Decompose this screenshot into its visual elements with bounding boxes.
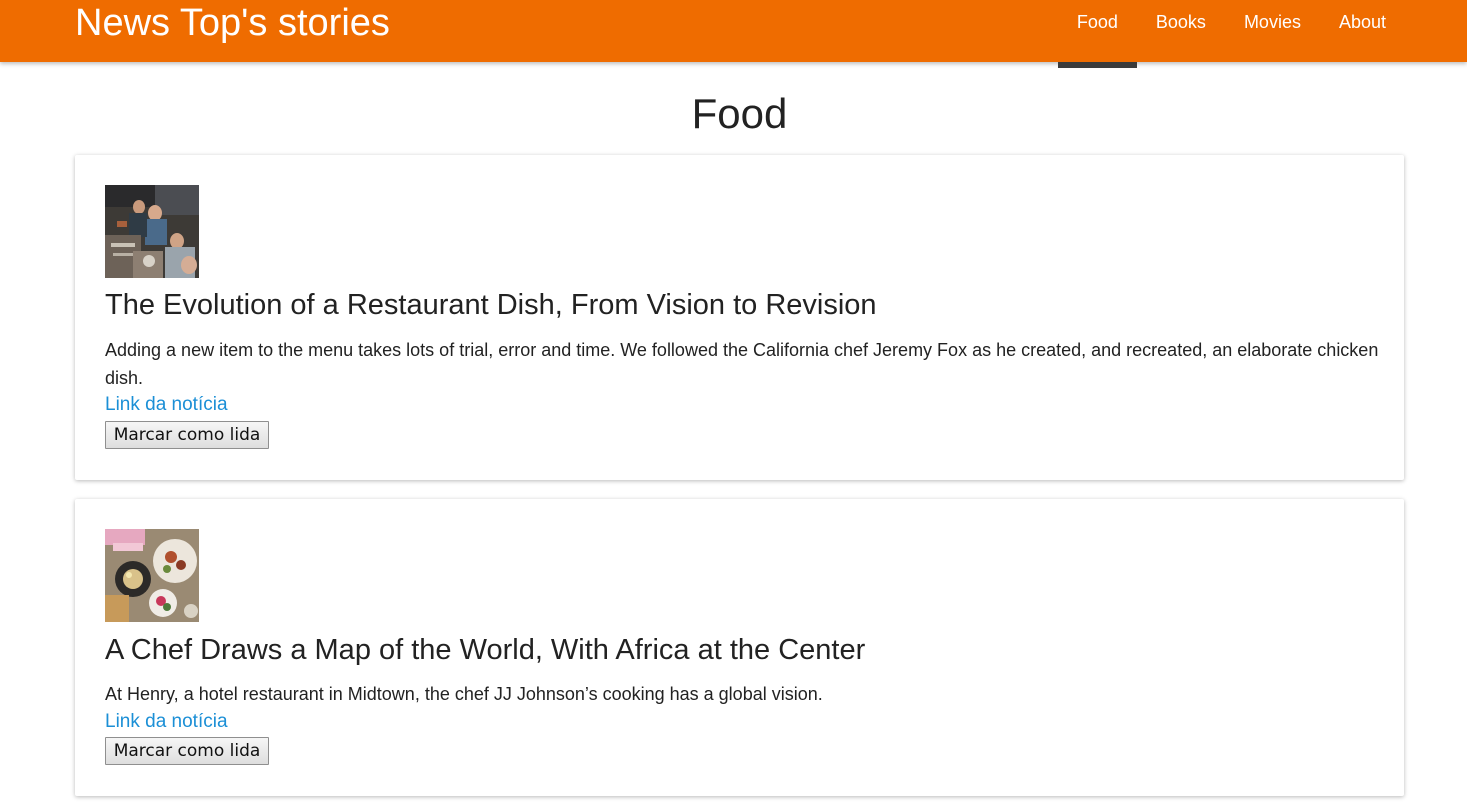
nav-item-label: Food xyxy=(1076,12,1118,32)
article-title: A Chef Draws a Map of the World, With Af… xyxy=(105,634,866,666)
nav-item-food[interactable]: Food xyxy=(1057,0,1137,68)
food-plates-photo-image xyxy=(105,529,199,622)
mark-as-read-button[interactable]: Marcar como lida xyxy=(105,421,269,449)
article-title: The Evolution of a Restaurant Dish, From… xyxy=(105,289,877,321)
mark-as-read-button[interactable]: Marcar como lida xyxy=(105,737,269,765)
article-card: The Evolution of a Restaurant Dish, From… xyxy=(75,155,1404,480)
article-link[interactable]: Link da notícia xyxy=(105,394,228,416)
article-card: A Chef Draws a Map of the World, With Af… xyxy=(75,499,1404,796)
nav-item-about[interactable]: About xyxy=(1320,0,1405,62)
nav-item-movies[interactable]: Movies xyxy=(1225,0,1320,62)
nav-item-label: Books xyxy=(1155,12,1206,32)
nav-item-label: Movies xyxy=(1243,12,1301,32)
kitchen-photo-image xyxy=(105,185,199,278)
top-app-bar: News Top's stories Food Books Movies Abo… xyxy=(0,0,1467,68)
article-abstract: Adding a new item to the menu takes lots… xyxy=(105,340,1379,388)
main-nav: Food Books Movies About xyxy=(1057,0,1405,68)
article-abstract: At Henry, a hotel restaurant in Midtown,… xyxy=(105,684,823,704)
article-link[interactable]: Link da notícia xyxy=(105,711,228,733)
nav-item-books[interactable]: Books xyxy=(1137,0,1225,62)
nav-item-label: About xyxy=(1338,12,1386,32)
article-thumbnail-food-photo xyxy=(105,529,199,622)
page-title: Food xyxy=(691,90,788,137)
site-brand[interactable]: News Top's stories xyxy=(75,2,390,44)
article-thumbnail-kitchen-photo xyxy=(105,185,199,278)
